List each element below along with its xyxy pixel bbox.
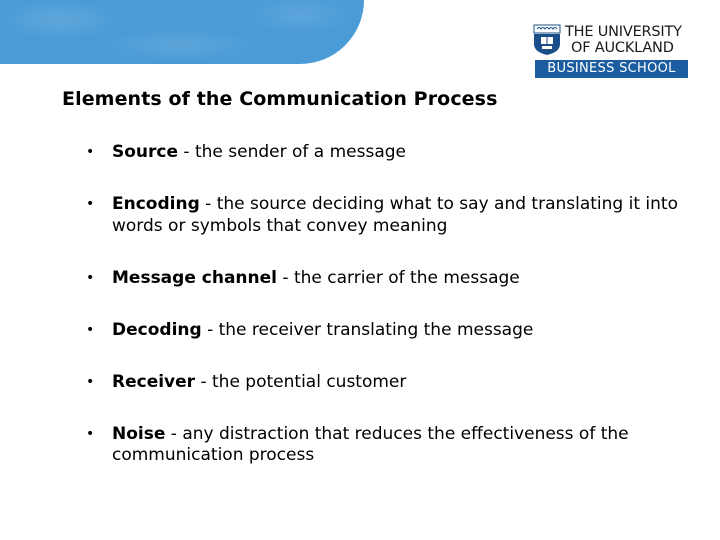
bullet-icon: • — [86, 425, 95, 442]
item-description: - the sender of a message — [178, 142, 407, 162]
list-item-noise: • Noise - any distraction that reduces t… — [86, 424, 696, 467]
bullet-icon: • — [86, 373, 95, 390]
list-item-decoding: • Decoding - the receiver translating th… — [86, 320, 696, 342]
list-item-encoding: • Encoding - the source deciding what to… — [86, 194, 696, 237]
item-description: - the carrier of the message — [277, 267, 520, 288]
bullet-icon: • — [86, 321, 95, 338]
item-description: - the receiver translating the message — [201, 319, 534, 340]
logo-line-auckland: OF AUCKLAND — [571, 40, 674, 56]
item-term: Receiver — [112, 371, 196, 392]
logo-business-school-bar: BUSINESS SCHOOL — [535, 60, 688, 78]
item-term: Encoding — [112, 194, 200, 214]
item-term: Noise — [112, 423, 166, 444]
bullet-icon: • — [86, 144, 95, 160]
list-item-source: • Source - the sender of a message — [86, 142, 696, 164]
logo-line-university: THE UNIVERSITY — [565, 24, 682, 40]
slide-title: Elements of the Communication Process — [62, 88, 498, 110]
item-description: - the potential customer — [195, 371, 407, 392]
bullet-icon: • — [86, 196, 95, 212]
item-term: Decoding — [112, 319, 202, 340]
bullet-list: • Source - the sender of a message • Enc… — [86, 142, 696, 497]
header-banner — [0, 0, 364, 64]
shield-crest-icon — [533, 24, 561, 55]
bullet-icon: • — [86, 269, 95, 286]
item-term: Message channel — [112, 267, 277, 288]
list-item-receiver: • Receiver - the potential customer — [86, 372, 696, 394]
university-logo: THE UNIVERSITY OF AUCKLAND BUSINESS SCHO… — [533, 24, 689, 78]
item-term: Source — [112, 142, 179, 162]
list-item-message-channel: • Message channel - the carrier of the m… — [86, 268, 696, 290]
item-description: - any distraction that reduces the effec… — [112, 423, 629, 466]
